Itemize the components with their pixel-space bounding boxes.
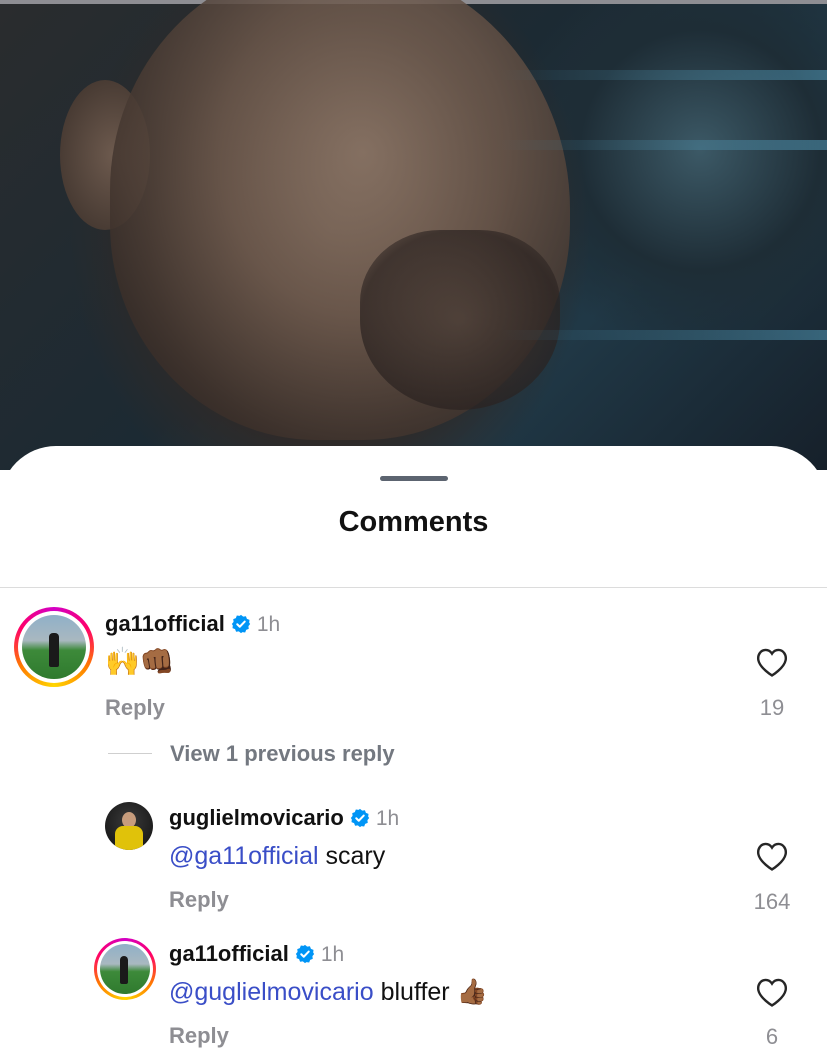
avatar-story-ring[interactable] xyxy=(14,607,94,687)
reply-username[interactable]: ga11official 1h xyxy=(169,941,344,967)
video-background xyxy=(0,0,827,470)
stadium-light xyxy=(497,70,827,80)
username-text: ga11official xyxy=(169,941,289,966)
sheet-drag-handle[interactable] xyxy=(380,476,448,481)
stadium-light xyxy=(497,140,827,150)
reply-button[interactable]: Reply xyxy=(105,695,165,721)
reply-time: 1h xyxy=(375,807,400,830)
reply-body: scary xyxy=(318,842,386,870)
heart-icon[interactable] xyxy=(755,976,789,1008)
reply-button[interactable]: Reply xyxy=(169,887,229,913)
reply-text: @ga11official scary xyxy=(169,842,385,871)
heart-icon[interactable] xyxy=(755,646,789,678)
heart-icon[interactable] xyxy=(755,840,789,872)
sheet-title: Comments xyxy=(338,506,489,538)
comment-username[interactable]: ga11official 1h xyxy=(105,611,280,637)
mention-link[interactable]: @guglielmovicario xyxy=(169,978,374,1006)
comment-text: 🙌👊🏾 xyxy=(105,645,175,678)
view-previous-replies-button[interactable]: View 1 previous reply xyxy=(170,741,395,767)
like-count: 164 xyxy=(753,889,791,914)
reply-body: bluffer 👍🏾 xyxy=(373,978,488,1006)
comment-emoji: 🙌👊🏾 xyxy=(105,646,175,677)
avatar[interactable] xyxy=(105,802,153,850)
verified-badge-icon xyxy=(295,944,315,964)
reply-time: 1h xyxy=(320,943,345,966)
thread-line xyxy=(108,753,152,754)
video-subject-beard xyxy=(360,230,560,410)
username-text: guglielmovicario xyxy=(169,805,344,830)
mention-link[interactable]: @ga11official xyxy=(169,842,319,870)
reply-username[interactable]: guglielmovicario 1h xyxy=(169,805,399,831)
avatar xyxy=(22,615,86,679)
stadium-light xyxy=(497,330,827,340)
verified-badge-icon xyxy=(350,808,369,828)
avatar xyxy=(100,944,150,994)
avatar-story-ring[interactable] xyxy=(94,938,156,1000)
verified-badge-icon xyxy=(231,614,251,634)
comment-time: 1h xyxy=(256,613,281,636)
username-text: ga11official xyxy=(105,611,225,636)
reply-text: @guglielmovicario bluffer 👍🏾 xyxy=(169,978,488,1007)
reply-button[interactable]: Reply xyxy=(169,1023,229,1049)
header-divider xyxy=(0,587,827,588)
like-count: 19 xyxy=(759,695,785,720)
like-count: 6 xyxy=(765,1024,779,1049)
